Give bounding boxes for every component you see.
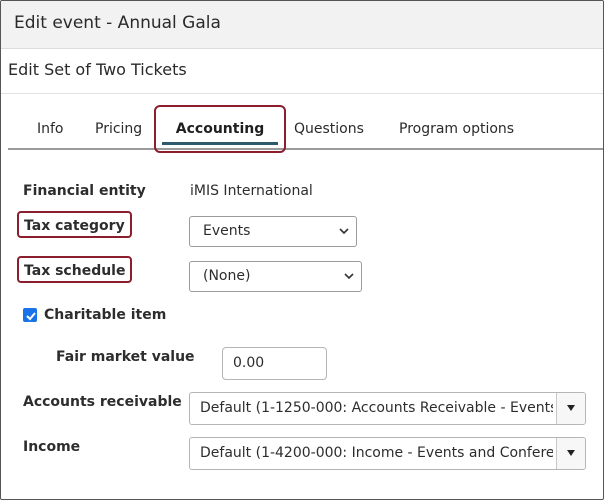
tab-questions[interactable]: Questions — [294, 105, 364, 148]
tax-category-highlight: Tax category — [17, 211, 132, 238]
tab-program-options[interactable]: Program options — [399, 105, 514, 148]
accounts-receivable-dropdown-button[interactable] — [556, 393, 585, 424]
triangle-down-icon — [567, 450, 575, 456]
tax-category-select[interactable]: Events — [189, 216, 357, 247]
tax-schedule-label: Tax schedule — [24, 263, 126, 279]
income-dropdown-button[interactable] — [556, 438, 585, 469]
tab-accounting-label: Accounting — [175, 121, 265, 137]
accounts-receivable-value: Default (1-1250-000: Accounts Receivable… — [200, 400, 553, 416]
income-label: Income — [23, 439, 81, 455]
income-dropdown[interactable]: Default (1-4200-000: Income - Events and… — [189, 437, 586, 470]
tab-info[interactable]: Info — [37, 105, 64, 148]
fair-market-value-label: Fair market value — [56, 349, 195, 365]
tax-schedule-highlight: Tax schedule — [17, 256, 133, 283]
accounts-receivable-dropdown[interactable]: Default (1-1250-000: Accounts Receivable… — [189, 392, 586, 425]
charitable-item-checkbox[interactable] — [23, 308, 37, 322]
tax-category-value: Events — [203, 223, 251, 239]
window-title: Edit event - Annual Gala — [14, 13, 221, 33]
tab-strip: Info Pricing Accounting Questions Progra… — [8, 105, 603, 153]
financial-entity-value: iMIS International — [190, 183, 313, 199]
subtitle-bar: Edit Set of Two Tickets — [1, 49, 603, 94]
fair-market-value-input[interactable]: 0.00 — [222, 347, 327, 380]
chevron-down-icon — [344, 262, 354, 291]
tax-category-label: Tax category — [24, 218, 125, 234]
financial-entity-label: Financial entity — [23, 183, 146, 199]
charitable-item-label: Charitable item — [44, 307, 167, 323]
chevron-down-icon — [339, 217, 349, 246]
panel-subtitle: Edit Set of Two Tickets — [8, 60, 187, 79]
tab-accounting[interactable]: Accounting — [154, 105, 286, 153]
edit-event-dialog: Edit event - Annual Gala Edit Set of Two… — [0, 0, 604, 500]
accounts-receivable-label: Accounts receivable — [23, 394, 182, 410]
active-tab-underline — [162, 142, 278, 145]
income-value: Default (1-4200-000: Income - Events and… — [200, 445, 553, 461]
tab-pricing[interactable]: Pricing — [95, 105, 142, 148]
title-bar: Edit event - Annual Gala — [1, 1, 603, 49]
tax-schedule-select[interactable]: (None) — [189, 261, 362, 292]
checkmark-icon — [26, 312, 36, 321]
triangle-down-icon — [567, 405, 575, 411]
tax-schedule-value: (None) — [203, 268, 251, 284]
